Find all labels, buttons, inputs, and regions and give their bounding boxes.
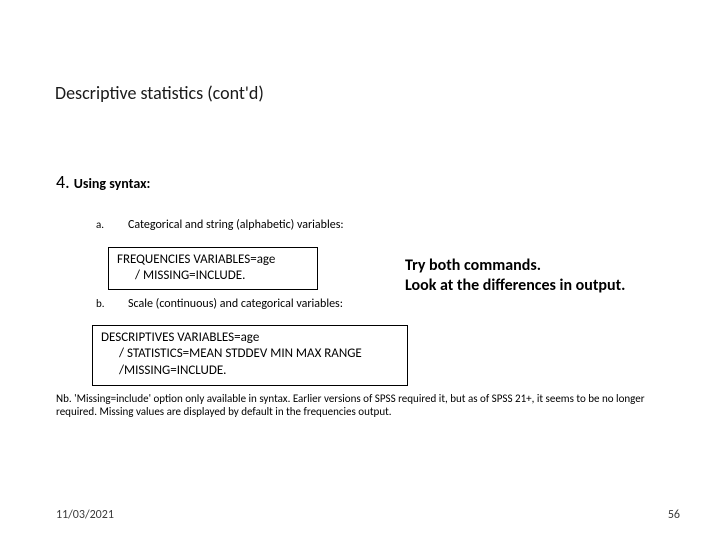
section-number: 4. (56, 171, 70, 193)
slide: Descriptive statistics (cont'd) 4. Using… (0, 0, 720, 540)
footer-date: 11/03/2021 (56, 508, 114, 522)
side-note-line: Look at the differences in output. (405, 276, 625, 296)
section-label: Using syntax: (74, 175, 151, 192)
page-title: Descriptive statistics (cont'd) (55, 82, 264, 104)
page-number: 56 (668, 508, 680, 522)
code-line: / STATISTICS=MEAN STDDEV MIN MAX RANGE (101, 346, 399, 362)
code-line: / MISSING=INCLUDE. (117, 268, 309, 284)
list-marker-a: a. (96, 218, 104, 231)
side-note: Try both commands. Look at the differenc… (405, 256, 625, 296)
code-line: FREQUENCIES VARIABLES=age (117, 252, 309, 268)
list-item-a: Categorical and string (alphabetic) vari… (128, 218, 344, 232)
code-box-descriptives: DESCRIPTIVES VARIABLES=age / STATISTICS=… (92, 325, 408, 386)
code-line: /MISSING=INCLUDE. (101, 363, 399, 379)
code-line: DESCRIPTIVES VARIABLES=age (101, 330, 399, 346)
footnote: Nb. 'Missing=include' option only availa… (56, 393, 676, 418)
code-box-frequencies: FREQUENCIES VARIABLES=age / MISSING=INCL… (108, 247, 318, 290)
side-note-line: Try both commands. (405, 256, 625, 276)
section-heading: 4. Using syntax: (56, 171, 150, 193)
list-marker-b: b. (96, 297, 105, 310)
list-item-b: Scale (continuous) and categorical varia… (128, 297, 343, 311)
